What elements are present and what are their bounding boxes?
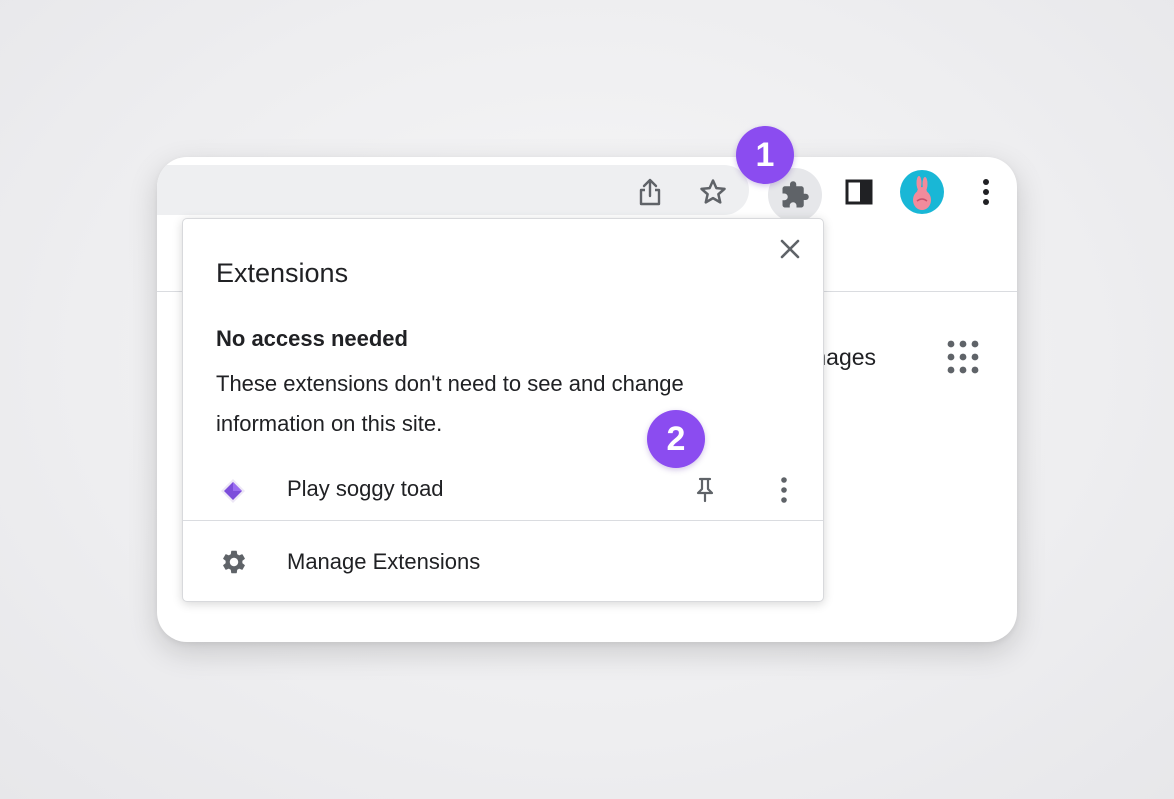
extension-name: Play soggy toad [287,476,444,501]
step-badge-1: 1 [736,126,794,184]
more-options-icon[interactable] [771,474,797,506]
manage-extensions-label: Manage Extensions [287,549,481,574]
manage-extensions-button[interactable]: Manage Extensions [183,521,823,601]
pin-icon[interactable] [690,474,720,506]
side-panel-icon[interactable] [841,174,877,210]
step-badge-2: 2 [647,410,705,468]
share-icon[interactable] [632,174,668,210]
kebab-menu-icon[interactable] [972,174,1000,210]
bookmark-star-icon[interactable] [695,174,731,210]
purple-diamond-icon [220,478,246,504]
gear-icon [220,548,248,576]
section-heading: No access needed [216,326,408,351]
apps-grid-icon[interactable] [943,337,983,377]
close-icon[interactable] [775,234,805,264]
extension-row[interactable]: Play soggy toad [183,459,823,521]
extensions-popup: Extensions No access needed These extens… [182,218,824,602]
popup-title: Extensions [216,258,349,288]
profile-avatar[interactable] [900,170,944,214]
